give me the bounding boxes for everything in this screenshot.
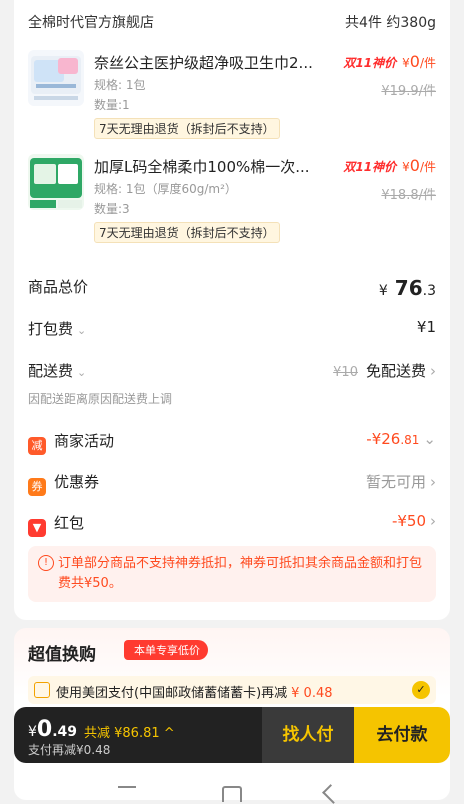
final-price: ¥0.49 <box>28 717 77 742</box>
pay-extra-discount: 支付再减¥0.48 <box>28 743 111 757</box>
red-packet-label: 红包 <box>54 514 85 532</box>
chevron-down-icon[interactable]: ⌄ <box>77 366 86 379</box>
merchant-value-int: -¥26 <box>366 430 401 448</box>
product-qty: 数量:1 <box>94 98 130 112</box>
product-qty: 数量:3 <box>94 202 130 216</box>
original-price: ¥18.8/件 <box>381 188 436 203</box>
store-name[interactable]: 全棉时代官方旗舰店 <box>28 12 154 32</box>
red-packet-value: -¥50 <box>391 512 426 530</box>
product-item[interactable]: 加厚L码全棉柔巾100%棉一次... 规格: 1包（厚度60g/m²） 数量:3… <box>28 154 436 246</box>
coupon-row[interactable]: 券优惠券 暂无可用 › <box>28 469 436 496</box>
price-unit: /件 <box>419 160 436 174</box>
coupon-value: 暂无可用 <box>365 473 426 491</box>
product-title[interactable]: 奈丝公主医护级超净吸卫生巾2... <box>94 52 324 73</box>
find-someone-pay-button[interactable]: 找人付 <box>262 707 354 763</box>
pay-option-label: 使用美团支付(中国邮政储蓄储蓄卡)再减 <box>56 686 288 701</box>
coupon-label: 优惠券 <box>54 473 100 491</box>
discount-icon: 减 <box>28 437 46 455</box>
merchant-value-dec: .81 <box>400 433 420 447</box>
total-currency: ¥ <box>378 283 388 299</box>
delivery-note: 因配送距离原因配送费上调 <box>28 392 173 406</box>
coupon-icon: 券 <box>28 478 46 496</box>
delivery-fee-label: 配送费 <box>28 362 74 380</box>
delivery-fee-row[interactable]: 配送费 ⌄ ¥10 免配送费 › <box>28 358 436 384</box>
original-price: ¥19.9/件 <box>381 84 436 99</box>
warning-text: 订单部分商品不支持神券抵扣，神券可抵扣其余商品金额和打包费共¥50。 <box>58 556 423 591</box>
coupon-warning: ! 订单部分商品不支持神券抵扣，神券可抵扣其余商品金额和打包费共¥50。 <box>28 546 436 602</box>
chevron-right-icon[interactable]: › <box>430 512 436 530</box>
total-int: 76 <box>394 276 423 300</box>
store-card: 全棉时代官方旗舰店 共4件 约380g 奈丝公主医护级超净吸卫生巾2... 规格… <box>14 0 450 620</box>
total-row: 商品总价 ¥ 76.3 <box>28 274 436 300</box>
order-summary: 共4件 约380g <box>345 15 436 31</box>
final-currency: ¥ <box>28 724 37 740</box>
product-price: 双11神价 ¥0/件 <box>343 156 436 175</box>
check-icon[interactable]: ✓ <box>412 681 430 699</box>
system-nav-bar <box>0 776 464 804</box>
total-label: 商品总价 <box>28 278 89 296</box>
chevron-right-icon[interactable]: › <box>430 362 436 380</box>
back-nav-icon[interactable] <box>322 784 342 804</box>
price-currency: ¥ <box>402 160 410 174</box>
promo-badge: 双11神价 <box>343 56 397 70</box>
packing-fee-label: 打包费 <box>28 320 74 338</box>
merchant-activity-value: -¥26.81 ⌄ <box>366 430 436 448</box>
packing-fee-row[interactable]: 打包费 ⌄ ¥1 <box>28 316 436 342</box>
final-price-int: 0 <box>36 717 53 742</box>
product-item[interactable]: 奈丝公主医护级超净吸卫生巾2... 规格: 1包 数量:1 7天无理由退货（拆封… <box>28 50 436 142</box>
store-header: 全棉时代官方旗舰店 共4件 约380g <box>28 12 436 32</box>
packing-fee-value: ¥1 <box>416 318 436 336</box>
merchant-activity-row[interactable]: 减商家活动 -¥26.81 ⌄ <box>28 428 436 455</box>
return-policy-tag: 7天无理由退货（拆封后不支持） <box>94 222 280 243</box>
chevron-down-icon[interactable]: ⌄ <box>77 324 86 337</box>
product-spec: 规格: 1包（厚度60g/m²） <box>94 182 237 196</box>
pay-option-text: 使用美团支付(中国邮政储蓄储蓄卡)再减 ¥ 0.48 <box>56 682 333 701</box>
price-value: 0 <box>409 156 420 175</box>
price-unit: /件 <box>419 56 436 70</box>
red-packet-row[interactable]: ▼ 红包 -¥50 › <box>28 510 436 537</box>
payment-summary[interactable]: ¥0.49 共减 ¥86.81 ^ 支付再减¥0.48 <box>14 707 262 763</box>
return-policy-tag: 7天无理由退货（拆封后不支持） <box>94 118 280 139</box>
pay-option-amount: ¥ 0.48 <box>291 686 333 701</box>
chevron-up-icon: ^ <box>163 726 175 741</box>
chevron-right-icon[interactable]: › <box>430 473 436 491</box>
promo-badge: 双11神价 <box>343 160 397 174</box>
payment-bar: ¥0.49 共减 ¥86.81 ^ 支付再减¥0.48 找人付 去付款 <box>14 707 450 763</box>
savings-text: 共减 ¥86.81 <box>84 726 160 741</box>
info-icon: ! <box>38 555 54 571</box>
wallet-icon <box>34 682 50 698</box>
red-packet-icon: ▼ <box>28 519 46 537</box>
product-spec: 规格: 1包 <box>94 78 146 92</box>
merchant-activity-label: 商家活动 <box>54 432 115 450</box>
product-price: 双11神价 ¥0/件 <box>343 52 436 71</box>
total-savings[interactable]: 共减 ¥86.81 ^ <box>84 722 175 741</box>
exchange-badge: 本单专享低价 <box>124 640 208 660</box>
price-value: 0 <box>409 52 420 71</box>
product-image <box>28 154 84 210</box>
final-price-dec: .49 <box>52 724 78 740</box>
meituan-pay-option[interactable]: 使用美团支付(中国邮政储蓄储蓄卡)再减 ¥ 0.48 ✓ <box>28 676 436 704</box>
pay-now-button[interactable]: 去付款 <box>354 707 450 763</box>
total-dec: .3 <box>422 283 436 299</box>
product-title[interactable]: 加厚L码全棉柔巾100%棉一次... <box>94 156 324 177</box>
exchange-title: 超值换购 <box>28 645 96 665</box>
delivery-fee-value: 免配送费 <box>365 362 426 380</box>
chevron-down-icon[interactable]: ⌄ <box>423 430 436 448</box>
product-image <box>28 50 84 106</box>
price-currency: ¥ <box>402 56 410 70</box>
total-value: ¥ 76.3 <box>379 276 436 300</box>
delivery-original-fee: ¥10 <box>333 365 358 380</box>
